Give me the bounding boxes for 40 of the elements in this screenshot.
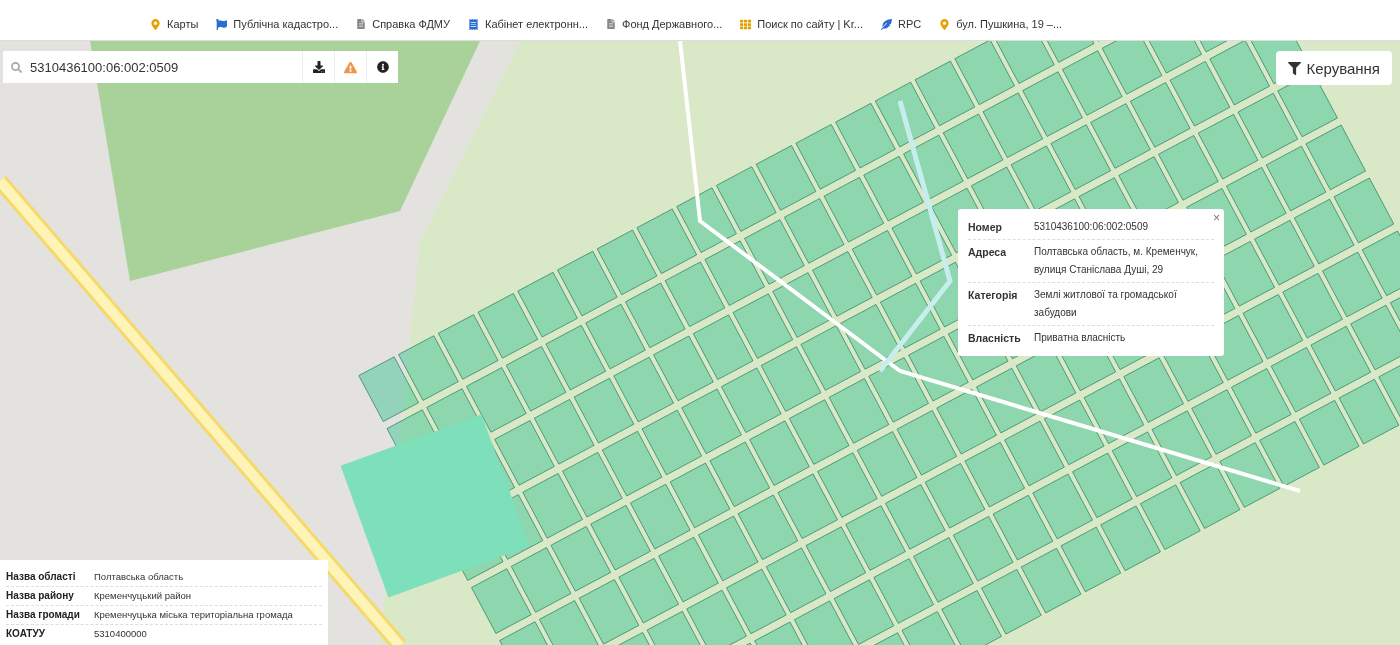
field-label: Назва громади bbox=[6, 608, 81, 622]
info-icon bbox=[376, 61, 389, 73]
receipt-icon bbox=[468, 18, 479, 30]
field-value: Полтавська область bbox=[94, 570, 185, 584]
field-value: Кременчуцький район bbox=[94, 589, 193, 603]
field-value: Приватна власність bbox=[1034, 331, 1127, 345]
document-icon bbox=[356, 19, 367, 29]
control-button[interactable]: Керування bbox=[1276, 51, 1392, 85]
search-icon bbox=[11, 61, 22, 73]
bookmark-link[interactable]: RPC bbox=[880, 18, 922, 30]
flag-icon bbox=[216, 18, 228, 30]
field-label: Категорія bbox=[968, 288, 1019, 303]
field-value: Кременчуцька міська територіальна громада bbox=[94, 608, 294, 622]
filter-icon bbox=[1288, 61, 1302, 75]
field-value: Полтавська область, м. Кременчук, вулиця Станіслава Душі, 29 bbox=[1034, 245, 1200, 277]
search-bar[interactable]: 5310436100:06:002:0509 bbox=[3, 51, 398, 83]
feather-icon bbox=[880, 18, 892, 30]
document-icon bbox=[606, 19, 616, 29]
pin-icon bbox=[150, 18, 161, 30]
bookmark-link[interactable]: Кабінет електронн... bbox=[468, 18, 588, 30]
bookmark-link[interactable]: Фонд Державного... bbox=[606, 18, 723, 30]
warning-icon bbox=[344, 60, 357, 74]
field-label: Адреса bbox=[968, 245, 1008, 260]
field-label: КОАТУУ bbox=[6, 627, 46, 641]
field-value: 5310436100:06:002:0509 bbox=[1034, 220, 1149, 234]
field-label: Власність bbox=[968, 331, 1022, 346]
field-label: Назва району bbox=[6, 589, 75, 603]
bookmark-link[interactable]: Справка ФДМУ bbox=[356, 18, 450, 30]
pin-icon bbox=[939, 18, 951, 30]
bookmark-link[interactable]: Публічна кадастро... bbox=[216, 18, 339, 30]
field-label: Назва області bbox=[6, 570, 77, 584]
bookmark-link[interactable]: Карты bbox=[150, 18, 199, 30]
field-label: Номер bbox=[968, 220, 1003, 235]
bookmark-link[interactable]: Поиск по сайту | Kr... bbox=[740, 18, 863, 30]
grid-icon bbox=[740, 18, 752, 30]
field-value: Землі житлової та громадської забудови bbox=[1034, 288, 1178, 320]
bookmark-link[interactable]: бул. Пушкина, 19 –... bbox=[939, 18, 1063, 30]
field-value: 5310400000 bbox=[94, 627, 148, 641]
close-button[interactable]: × bbox=[1213, 211, 1220, 225]
download-icon bbox=[312, 61, 325, 73]
